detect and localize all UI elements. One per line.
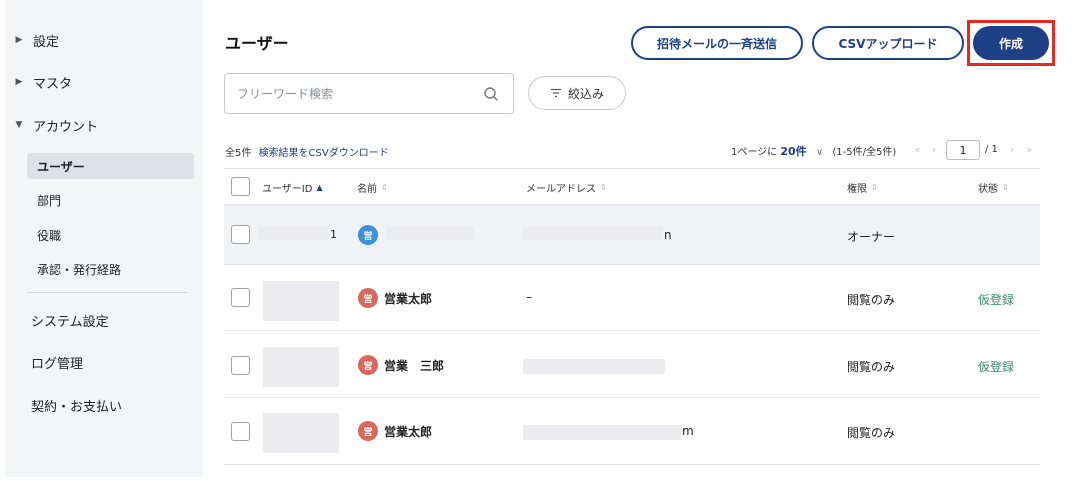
user-name[interactable]: 営業 三郎: [384, 357, 444, 374]
email: –: [526, 290, 532, 304]
search-box: [224, 73, 514, 114]
role: 閲覧のみ: [847, 426, 896, 440]
row-checkbox[interactable]: [231, 356, 250, 375]
table-row-border: [224, 264, 1040, 265]
sidebar-group-label: 設定: [33, 34, 60, 50]
redacted-user-id: [258, 227, 328, 240]
sidebar-group-account[interactable]: ▼ アカウント: [5, 110, 203, 140]
prev-page-icon[interactable]: ‹: [932, 143, 936, 156]
avatar: 営: [358, 355, 378, 375]
column-header-user-id[interactable]: ユーザーID ▲: [262, 180, 323, 195]
sort-asc-icon: ▲: [316, 183, 323, 192]
last-page-icon[interactable]: »: [1026, 143, 1033, 156]
filter-button[interactable]: 絞込み: [528, 76, 626, 110]
page-range: (1-5件/全5件): [832, 147, 897, 158]
row-checkbox[interactable]: [231, 225, 250, 244]
next-page-icon[interactable]: ›: [1010, 143, 1014, 156]
sort-icon: ⇕: [381, 183, 388, 192]
table-row-border: [224, 464, 1040, 465]
sidebar-divider: [27, 292, 187, 293]
caret-down-icon: ▼: [15, 120, 23, 130]
user-name[interactable]: 営業太郎: [384, 423, 432, 440]
sidebar-group-label: アカウント: [33, 119, 99, 135]
table-top-border: [224, 168, 1040, 169]
csv-download-link[interactable]: 検索結果をCSVダウンロード: [259, 148, 389, 159]
first-page-icon[interactable]: «: [914, 143, 921, 156]
avatar: 営: [358, 288, 378, 308]
per-page-select[interactable]: 20件: [780, 145, 806, 158]
sidebar-group-master[interactable]: ▶ マスタ: [5, 67, 203, 97]
chevron-down-icon[interactable]: ∨: [816, 147, 823, 158]
sidebar-item-departments[interactable]: 部門: [27, 187, 194, 213]
page-number-input[interactable]: 1: [946, 140, 980, 160]
column-header-email[interactable]: メールアドレス ⇕: [526, 180, 607, 195]
redacted-email: [523, 425, 681, 440]
sort-icon: ⇕: [871, 183, 878, 192]
redacted-email: [523, 359, 665, 374]
avatar: 営: [358, 225, 378, 245]
table-row-border: [224, 397, 1040, 398]
redacted-user-id: [263, 281, 339, 321]
invite-email-button[interactable]: 招待メールの一斉送信: [631, 26, 803, 60]
sidebar-group-label: マスタ: [33, 76, 73, 92]
sort-icon: ⇕: [1002, 183, 1009, 192]
user-name[interactable]: 営業太郎: [384, 290, 432, 307]
sidebar-item-contract-payment[interactable]: 契約・お支払い: [31, 390, 122, 420]
redacted-name: [386, 227, 474, 240]
column-label: 権限: [847, 184, 867, 195]
per-page-prefix: 1ページに: [731, 147, 778, 158]
role: オーナー: [847, 230, 896, 244]
column-label: 状態: [978, 184, 998, 195]
table-row-border: [224, 330, 1040, 331]
column-header-name[interactable]: 名前 ⇕: [357, 180, 388, 195]
user-id-suffix: 1: [330, 228, 337, 241]
email-suffix: m: [682, 424, 694, 438]
column-header-role[interactable]: 権限 ⇕: [847, 180, 878, 195]
sidebar-group-settings[interactable]: ▶ 設定: [5, 25, 203, 55]
total-count: 全5件: [225, 148, 252, 159]
status-badge: 仮登録: [978, 360, 1015, 374]
filter-icon: [550, 88, 561, 98]
row-checkbox[interactable]: [231, 288, 250, 307]
column-header-status[interactable]: 状態 ⇕: [978, 180, 1009, 195]
redacted-email: [523, 227, 663, 240]
redacted-user-id: [263, 413, 339, 453]
sidebar-item-log-management[interactable]: ログ管理: [31, 347, 83, 377]
sort-icon: ⇕: [600, 183, 607, 192]
avatar: 営: [358, 421, 378, 441]
per-page-control: 1ページに 20件 ∨ (1-5件/全5件): [731, 143, 896, 159]
role: 閲覧のみ: [847, 360, 896, 374]
sidebar-item-system-settings[interactable]: システム設定: [31, 305, 109, 335]
row-checkbox[interactable]: [231, 422, 250, 441]
column-label: メールアドレス: [526, 184, 596, 195]
caret-right-icon: ▶: [15, 35, 23, 45]
csv-upload-button[interactable]: CSVアップロード: [812, 26, 964, 60]
select-all-checkbox[interactable]: [231, 177, 250, 196]
status-badge: 仮登録: [978, 293, 1015, 307]
sidebar-item-users[interactable]: ユーザー: [27, 153, 194, 179]
table-meta-left: 全5件 検索結果をCSVダウンロード: [225, 144, 389, 159]
role: 閲覧のみ: [847, 293, 896, 307]
column-label: ユーザーID: [262, 184, 313, 195]
sidebar-item-approval-routes[interactable]: 承認・発行経路: [27, 256, 194, 282]
caret-right-icon: ▶: [15, 77, 23, 87]
email-suffix: n: [664, 228, 672, 242]
page-total: / 1: [985, 144, 998, 155]
page-title: ユーザー: [225, 34, 289, 53]
search-input[interactable]: [237, 84, 477, 104]
column-label: 名前: [357, 184, 377, 195]
search-icon[interactable]: [483, 86, 499, 102]
highlight-box: [967, 20, 1055, 66]
redacted-user-id: [263, 347, 339, 387]
filter-label: 絞込み: [567, 86, 604, 101]
table-header-border: [224, 204, 1040, 205]
sidebar-item-positions[interactable]: 役職: [27, 222, 194, 248]
sidebar: ▶ 設定 ▶ マスタ ▼ アカウント ユーザー 部門 役職 承認・発行経路 シス…: [5, 0, 203, 477]
